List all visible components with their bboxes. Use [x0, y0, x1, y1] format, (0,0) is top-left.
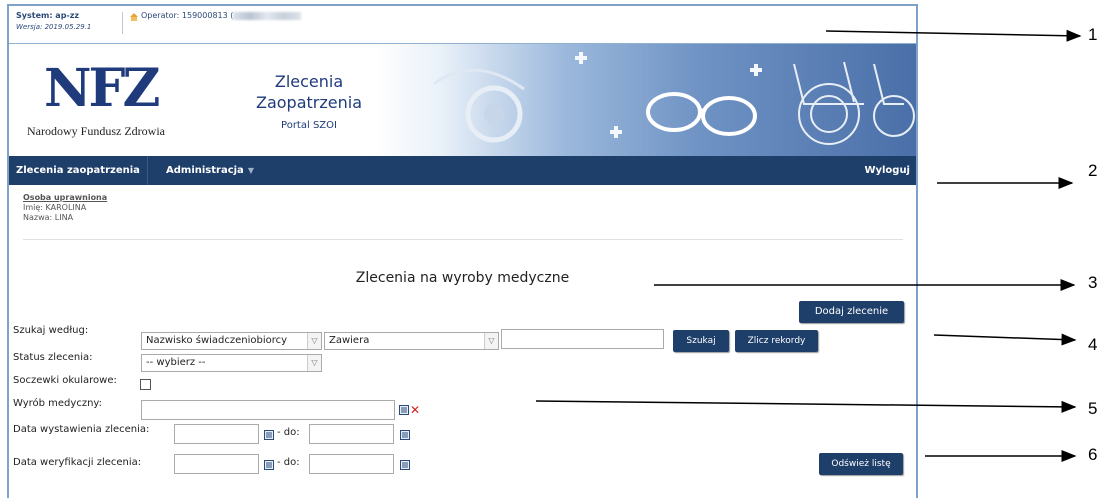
callout-arrow-4 — [933, 333, 1077, 346]
callout-arrows — [535, 29, 1082, 462]
callout-number-5: 5 — [1088, 399, 1098, 418]
callout-number-6: 6 — [1088, 445, 1098, 464]
callout-arrow-1 — [825, 29, 1082, 42]
callout-number-2: 2 — [1088, 161, 1098, 180]
callout-number-1: 1 — [1088, 25, 1098, 44]
callout-number-3: 3 — [1088, 273, 1098, 292]
callout-arrow-5 — [535, 400, 1077, 413]
callout-number-4: 4 — [1088, 335, 1098, 354]
